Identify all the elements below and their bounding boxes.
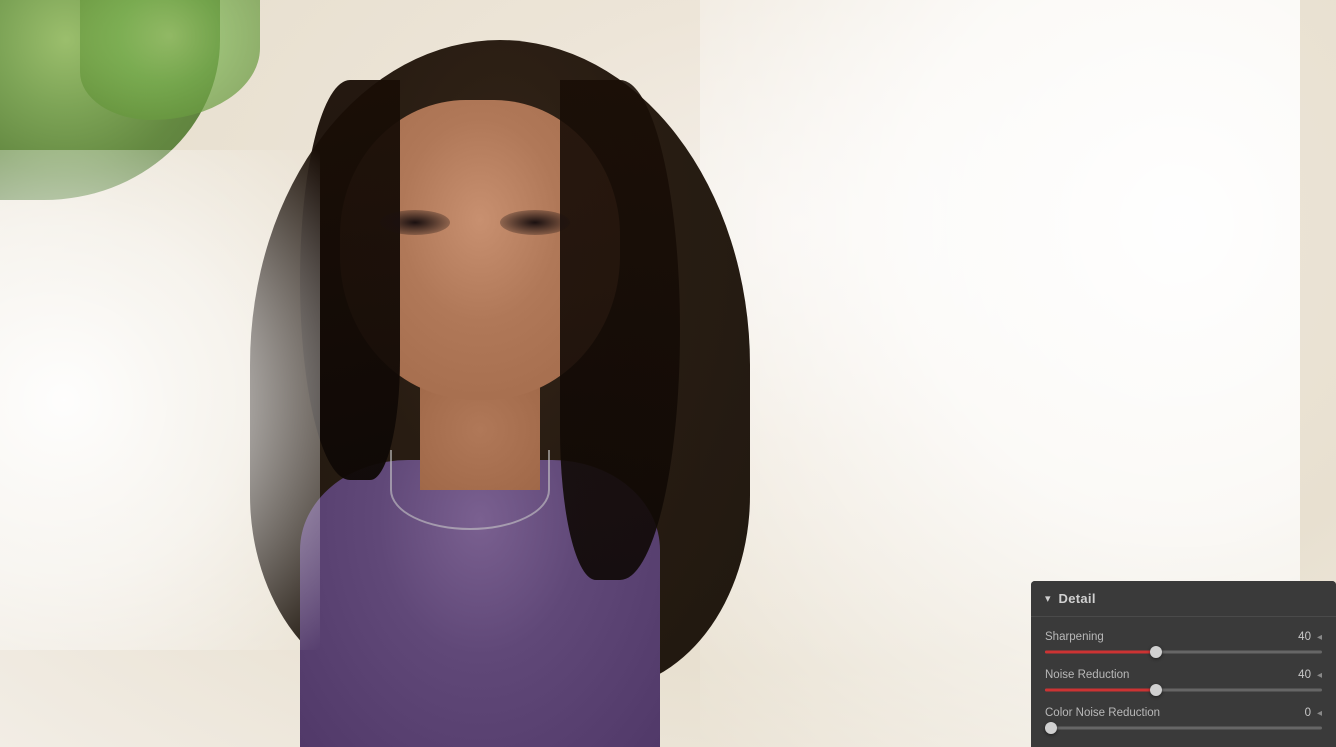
panel-title: Detail <box>1059 591 1096 606</box>
color-noise-reduction-row: Color Noise Reduction 0 ◂ <box>1045 707 1322 731</box>
panel-body: Sharpening 40 ◂ Noise Reduction 40 ◂ <box>1031 617 1336 747</box>
sharpening-slider[interactable] <box>1045 649 1322 655</box>
color-noise-reduction-slider[interactable] <box>1045 725 1322 731</box>
noise-reduction-value: 40 <box>1289 669 1311 681</box>
sharpening-label: Sharpening <box>1045 631 1104 643</box>
detail-panel: ▾ Detail Sharpening 40 ◂ Noise Reduction <box>1031 581 1336 747</box>
sharpening-row: Sharpening 40 ◂ <box>1045 631 1322 655</box>
panel-header[interactable]: ▾ Detail <box>1031 581 1336 617</box>
color-noise-reduction-label: Color Noise Reduction <box>1045 707 1160 719</box>
noise-reduction-slider[interactable] <box>1045 687 1322 693</box>
sharpening-value: 40 <box>1289 631 1311 643</box>
noise-reduction-row: Noise Reduction 40 ◂ <box>1045 669 1322 693</box>
sharpening-arrow[interactable]: ◂ <box>1317 632 1322 643</box>
color-noise-reduction-arrow[interactable]: ◂ <box>1317 708 1322 719</box>
color-noise-reduction-value: 0 <box>1289 707 1311 719</box>
chevron-icon: ▾ <box>1045 592 1051 605</box>
noise-reduction-label: Noise Reduction <box>1045 669 1129 681</box>
noise-reduction-arrow[interactable]: ◂ <box>1317 670 1322 681</box>
